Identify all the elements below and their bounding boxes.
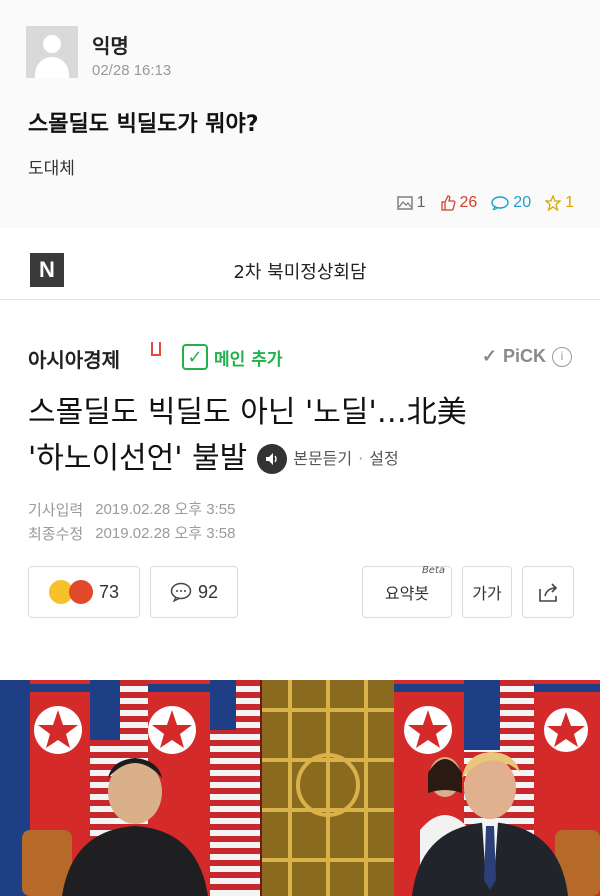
avatar[interactable] xyxy=(26,26,78,78)
input-date-label: 기사입력 xyxy=(28,501,84,519)
separator-dot: · xyxy=(358,449,364,468)
comment-count: 20 xyxy=(513,194,532,211)
publisher-name[interactable]: 아시아경제 xyxy=(28,344,120,373)
speaker-icon[interactable] xyxy=(257,444,288,474)
share-icon xyxy=(539,583,558,602)
image-count-value: 1 xyxy=(416,194,426,211)
comments-button[interactable]: 92 xyxy=(150,566,238,618)
like-button[interactable]: 26 xyxy=(440,194,478,212)
comments-count: 92 xyxy=(197,581,219,602)
post-stats: 1 26 20 1 xyxy=(396,194,574,212)
scrap-count: 1 xyxy=(565,194,574,211)
image-icon xyxy=(396,196,413,210)
settings-link[interactable]: 설정 xyxy=(369,436,398,482)
pick-check-icon: ✓ xyxy=(481,346,497,366)
beta-badge: Beta xyxy=(421,565,445,576)
comment-bubble-icon xyxy=(491,196,509,210)
article-dates: 기사입력 2019.02.28 오후 3:55 최종수정 2019.02.28 … xyxy=(28,498,235,546)
listen-button[interactable]: 본문듣기 xyxy=(293,436,352,482)
summit-photo-image xyxy=(0,680,600,896)
publisher-mark-icon xyxy=(151,342,161,356)
comment-count-button[interactable]: 20 xyxy=(491,194,531,212)
image-count: 1 xyxy=(396,194,426,212)
thumb-up-icon xyxy=(440,195,456,211)
news-header-bar: N 2차 북미정상회담 xyxy=(0,240,600,300)
post-body: 도대체 xyxy=(28,159,75,179)
nav-title: 2차 북미정상회담 xyxy=(233,262,367,283)
modified-date-row: 최종수정 2019.02.28 오후 3:58 xyxy=(28,522,235,546)
star-icon xyxy=(545,195,562,211)
reaction-count: 73 xyxy=(98,581,120,602)
check-icon: ✓ xyxy=(182,344,208,370)
pick-badge[interactable]: ✓ PiCK i xyxy=(482,346,572,367)
article-actions: 73 92 요약봇 Beta 가가 xyxy=(28,565,574,618)
input-date-row: 기사입력 2019.02.28 오후 3:55 xyxy=(28,498,235,522)
community-post: 익명 02/28 16:13 스몰딜도 빅딜도가 뭐야? 도대체 1 26 20 xyxy=(0,0,600,228)
post-time: 02/28 16:13 xyxy=(92,62,172,79)
post-title: 스몰딜도 빅딜도가 뭐야? xyxy=(28,112,259,137)
pick-label: PiCK xyxy=(502,346,546,366)
angry-emoji-icon xyxy=(68,580,93,604)
avatar-head-shape xyxy=(43,35,61,53)
share-button[interactable] xyxy=(522,566,574,618)
font-size-button[interactable]: 가가 xyxy=(462,566,512,618)
comment-bubble-icon xyxy=(170,582,192,602)
modified-date-label: 최종수정 xyxy=(28,525,84,543)
like-count: 26 xyxy=(459,194,478,211)
add-main-label: 메인 추가 xyxy=(214,349,283,370)
headline-line-1: 스몰딜도 빅딜도 아닌 '노딜'…北美 xyxy=(28,395,467,430)
headline-line-2-row: '하노이선언' 불발 본문듣기 · 설정 xyxy=(28,436,578,482)
avatar-body-shape xyxy=(35,57,69,78)
modified-date-value: 2019.02.28 오후 3:58 xyxy=(95,525,236,542)
article-headline: 스몰딜도 빅딜도 아닌 '노딜'…北美 '하노이선언' 불발 본문듣기 · 설정 xyxy=(28,390,578,482)
summary-label: 요약봇 xyxy=(384,584,430,603)
article-photo xyxy=(0,680,600,896)
listen-controls: 본문듣기 · 설정 xyxy=(257,436,399,482)
summary-bot-button[interactable]: 요약봇 Beta xyxy=(362,565,452,618)
headline-line-2: '하노이선언' 불발 xyxy=(28,441,248,476)
input-date-value: 2019.02.28 오후 3:55 xyxy=(95,501,236,518)
info-icon[interactable]: i xyxy=(552,346,572,367)
reaction-button[interactable]: 73 xyxy=(28,566,140,618)
scrap-button[interactable]: 1 xyxy=(545,194,574,212)
post-author: 익명 xyxy=(92,34,129,58)
add-main-button[interactable]: ✓ 메인 추가 xyxy=(182,344,282,370)
